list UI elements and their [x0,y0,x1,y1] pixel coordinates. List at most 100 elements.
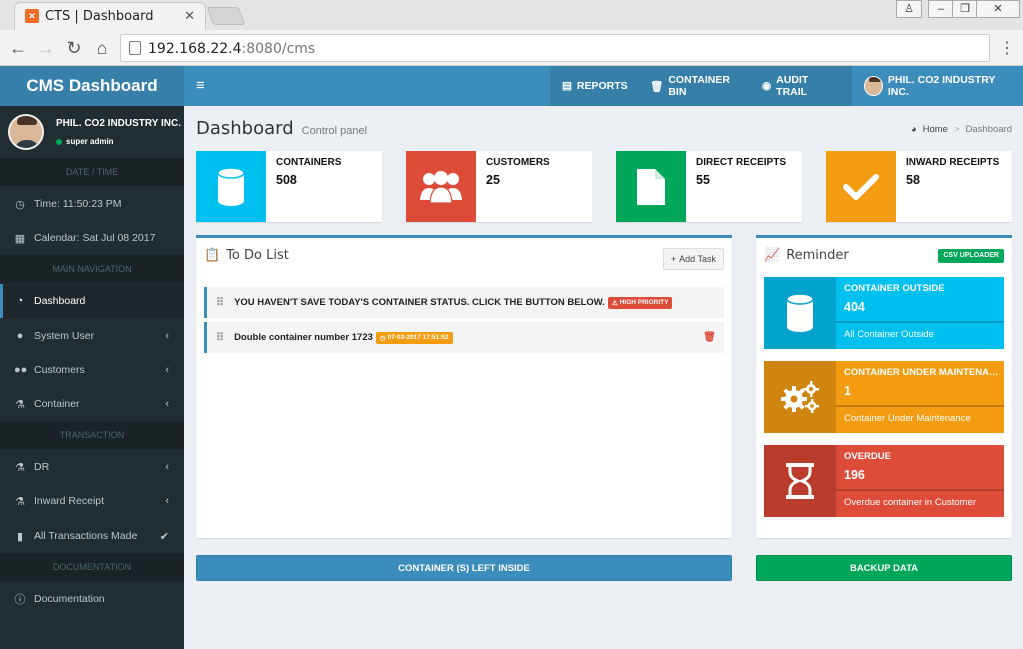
reports-label: REPORTS [576,80,628,92]
breadcrumb-separator: > [953,124,960,135]
user-role: super admin [66,137,114,146]
file-icon: ▮ [16,530,24,543]
close-tab-icon[interactable]: ✕ [184,8,195,24]
profile-icon[interactable]: ♙ [896,0,922,18]
sidebar-item-customers[interactable]: ●● Customers ‹ [0,353,184,387]
reminder-value: 1 [844,384,851,398]
sidebar-item-inward-receipt[interactable]: ⚗ Inward Receipt ‹ [0,484,184,518]
xampp-icon: ✕ [25,9,39,23]
audit-trail-button[interactable]: ◉ AUDIT TRAIL [750,66,852,106]
sidebar-item-container[interactable]: ⚗ Container ‹ [0,387,184,421]
sidebar-header-main-navigation: MAIN NAVIGATION [0,255,184,283]
line-chart-icon: 📈 [764,248,781,263]
browser-chrome: ✕ CTS | Dashboard ✕ ♙ – ❐ ✕ ← → ↻ ⌂ 192.… [0,0,1023,66]
reports-button[interactable]: ▤ REPORTS [550,66,638,106]
home-icon[interactable]: ⌂ [91,38,113,59]
todo-text-wrap: YOU HAVEN'T SAVE TODAY'S CONTAINER STATU… [234,296,673,309]
address-bar[interactable]: 192.168.22.4:8080/cms [120,34,990,62]
reminder-container-outside[interactable]: CONTAINER OUTSIDE 404 All Container Outs… [764,277,1004,349]
page-title: Dashboard [196,118,294,139]
reload-icon[interactable]: ↻ [63,38,85,59]
back-icon[interactable]: ← [7,38,29,59]
chevron-left-icon: ‹ [165,461,169,473]
audit-trail-label: AUDIT TRAIL [776,74,809,98]
sidebar-item-documentation[interactable]: ⓘ Documentation [0,582,184,616]
user-panel: PHIL. CO2 INDUSTRY INC. super admin [0,106,184,158]
drag-handle-icon[interactable]: ⠿ [216,331,224,344]
sidebar-toggle-icon[interactable]: ≡ [196,77,205,94]
list-item[interactable]: ⠿ Double container number 1723 ◷ 07-03-20… [204,322,724,353]
breadcrumb: ◕ Home > Dashboard [911,124,1012,135]
url-path: :8080/cms [241,41,316,57]
sidebar-header-datetime: DATE / TIME [0,158,184,186]
time-text: Time: 11:50:23 PM [34,198,122,210]
clipboard-icon: 📋 [204,248,221,263]
reminder-container-maintenance[interactable]: CONTAINER UNDER MAINTENANCE 1 Container … [764,361,1004,433]
check-icon: ✔ [159,530,169,543]
menu-dots-icon[interactable]: ⋮ [996,38,1018,58]
browser-tab[interactable]: ✕ CTS | Dashboard ✕ [14,2,206,30]
sidebar-item-dr[interactable]: ⚗ DR ‹ [0,450,184,484]
restore-icon[interactable]: ❐ [952,0,978,18]
info-box-inward-receipts[interactable]: INWARD RECEIPTS 58 [826,151,1012,222]
add-task-label: Add Task [679,254,716,264]
hourglass-icon [764,445,836,517]
new-tab-button[interactable] [206,7,246,25]
dashboard-icon: ◔ [16,295,24,307]
top-navbar: ≡ ▤ REPORTS 🗑 CONTAINER BIN ◉ AUDIT TRAIL P… [184,66,1023,106]
users-icon [406,151,476,222]
gears-icon [764,361,836,433]
info-box-direct-receipts[interactable]: DIRECT RECEIPTS 55 [616,151,802,222]
check-icon [826,151,896,222]
reminder-value: 404 [844,300,865,314]
flask-icon: ⚗ [15,461,25,474]
backup-data-button[interactable]: BACKUP DATA [756,555,1012,581]
reminder-title-text: Reminder [786,248,849,263]
sidebar-header-documentation: DOCUMENTATION [0,553,184,581]
minimize-icon[interactable]: – [928,0,954,18]
trash-icon: 🗑 [650,80,664,93]
tab-title: CTS | Dashboard [45,9,154,24]
divider [836,489,1004,491]
page-info-icon[interactable] [129,41,141,55]
info-box-value: 508 [276,173,297,187]
info-box-customers[interactable]: CUSTOMERS 25 [406,151,592,222]
trash-icon[interactable]: 🗑 [703,332,716,343]
breadcrumb-home[interactable]: Home [923,124,948,135]
reminder-overdue[interactable]: OVERDUE 196 Overdue container in Custome… [764,445,1004,517]
csv-uploader-button[interactable]: CSV UPLOADER [938,249,1004,263]
sidebar-item-label: Customers [34,364,85,376]
sidebar-item-all-transactions[interactable]: ▮ All Transactions Made ✔ [0,519,184,553]
reminder-title-label: CONTAINER OUTSIDE [844,283,945,294]
add-task-button[interactable]: + Add Task [662,248,724,270]
online-dot-icon [56,138,62,145]
info-box-label: DIRECT RECEIPTS [696,157,787,168]
todo-title-text: To Do List [226,248,289,263]
divider [836,321,1004,323]
timestamp-badge-text: 07-03-2017 17:51:52 [387,334,449,341]
container-bin-button[interactable]: 🗑 CONTAINER BIN [638,66,750,106]
todo-title: 📋 To Do List [204,248,289,263]
flask-icon: ⚗ [15,398,25,411]
app-logo[interactable]: CMS Dashboard [0,66,184,106]
sidebar-item-label: All Transactions Made [34,530,138,542]
sidebar-item-dashboard[interactable]: ◔ Dashboard [0,284,184,318]
container-left-inside-button[interactable]: CONTAINER (S) LEFT INSIDE [196,555,732,581]
user-menu[interactable]: PHIL. CO2 INDUSTRY INC. [852,66,1023,106]
sidebar-item-system-user[interactable]: ● System User ‹ [0,319,184,353]
content-header: Dashboard Control panel [196,118,367,139]
info-box-containers[interactable]: CONTAINERS 508 [196,151,382,222]
calendar-text: Calendar: Sat Jul 08 2017 [34,232,156,244]
close-window-icon[interactable]: ✕ [976,0,1020,18]
sidebar-item-label: Documentation [34,593,105,605]
breadcrumb-current: Dashboard [965,124,1012,135]
forward-icon[interactable]: → [35,38,57,59]
list-item[interactable]: ⠿ YOU HAVEN'T SAVE TODAY'S CONTAINER STA… [204,287,724,318]
drag-handle-icon[interactable]: ⠿ [216,296,224,309]
browser-toolbar: ← → ↻ ⌂ 192.168.22.4:8080/cms ⋮ [0,31,1023,66]
avatar [8,114,44,150]
eye-icon: ◉ [762,80,772,92]
chevron-left-icon: ‹ [165,364,169,376]
divider [836,405,1004,407]
todo-text-wrap: Double container number 1723 ◷ 07-03-2017… [234,331,453,344]
